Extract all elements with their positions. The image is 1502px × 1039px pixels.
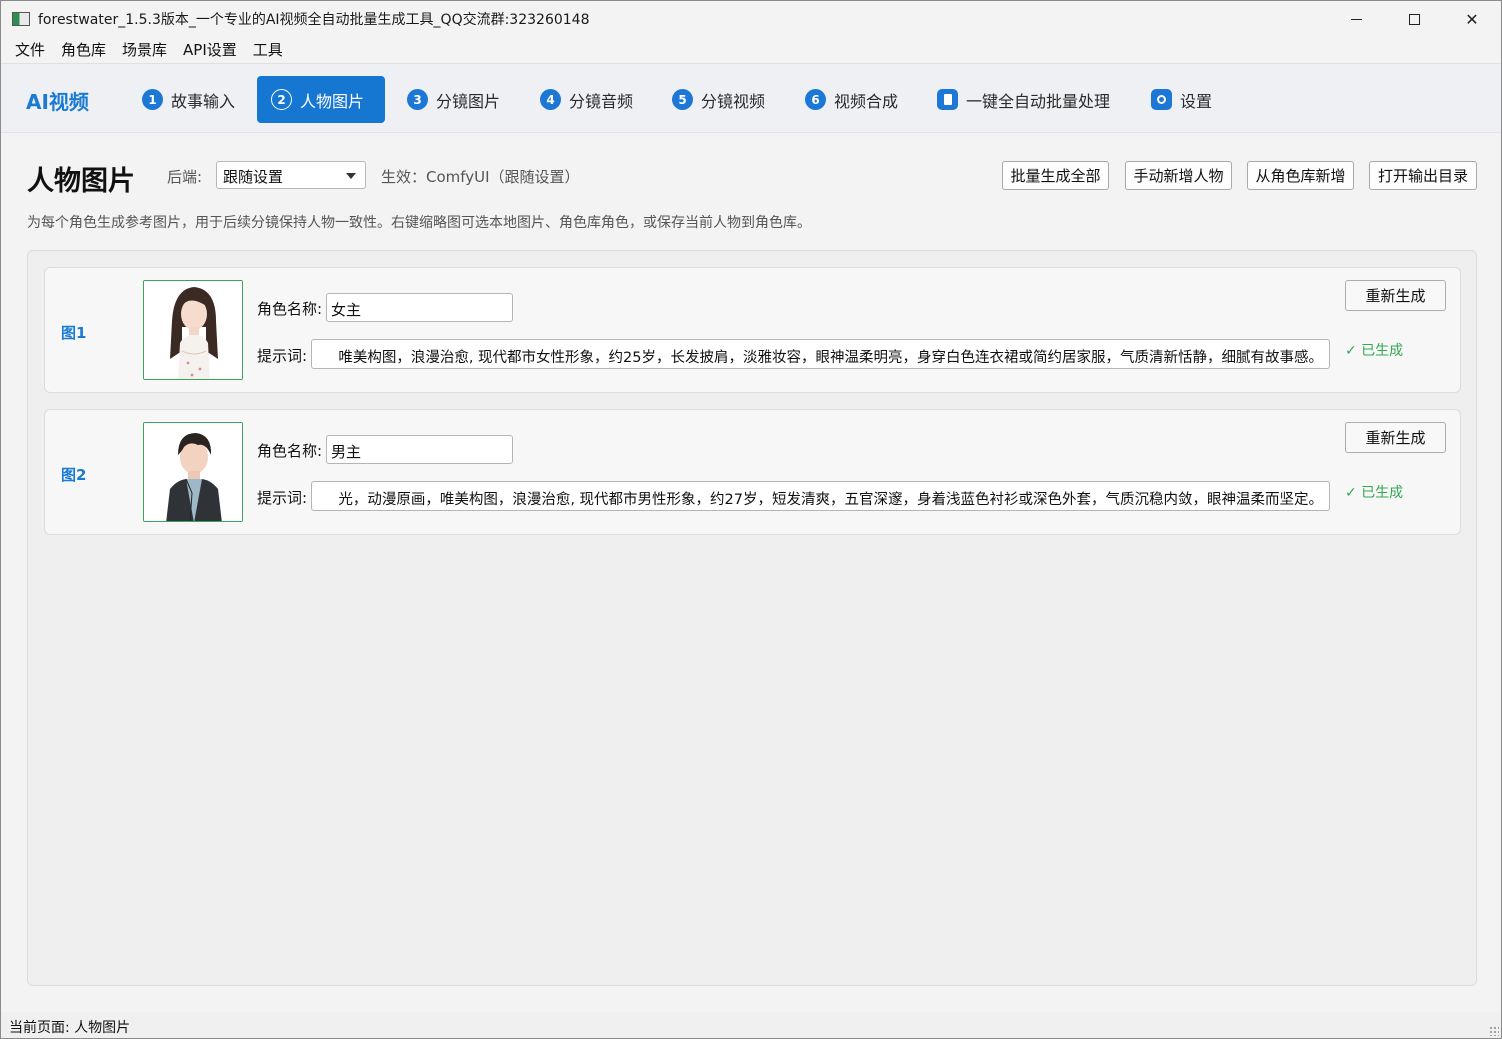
regenerate-button[interactable]: 重新生成 xyxy=(1345,280,1446,311)
document-icon xyxy=(937,89,958,110)
status-bar-text: 当前页面: 人物图片 xyxy=(9,1020,131,1036)
male-avatar-image xyxy=(144,423,242,521)
step-4-icon: 4 xyxy=(540,89,561,110)
tab-storyboard-video[interactable]: 5 分镜视频 xyxy=(658,76,779,123)
character-thumbnail[interactable] xyxy=(143,280,243,380)
step-3-icon: 3 xyxy=(407,89,428,110)
backend-label: 后端: xyxy=(167,168,203,186)
prompt-field-label: 提示词: xyxy=(257,347,308,365)
character-name-input[interactable]: 男主 xyxy=(326,435,513,464)
resize-grip-icon[interactable] xyxy=(1489,1026,1499,1036)
app-window: forestwater_1.5.3版本_一个专业的AI视频全自动批量生成工具_Q… xyxy=(0,0,1502,1039)
menu-scene-library[interactable]: 场景库 xyxy=(114,37,175,63)
step-6-icon: 6 xyxy=(805,89,826,110)
backend-select[interactable]: 跟随设置 xyxy=(216,161,366,189)
tab-video-compose[interactable]: 6 视频合成 xyxy=(791,76,912,123)
prompt-field-label: 提示词: xyxy=(257,489,308,507)
close-icon: ✕ xyxy=(1465,9,1479,29)
prompt-input-text: 唯美构图，浪漫治愈, 现代都市女性形象，约25岁，长发披肩，淡雅妆容，眼神温柔明… xyxy=(338,350,1323,366)
chevron-down-icon xyxy=(346,173,356,179)
tab-label: 一键全自动批量处理 xyxy=(966,91,1111,111)
tab-label: 分镜视频 xyxy=(701,91,766,111)
maximize-button[interactable] xyxy=(1385,1,1443,37)
brand-logo: AI视频 xyxy=(26,90,89,114)
character-thumbnail[interactable] xyxy=(143,422,243,522)
close-button[interactable]: ✕ xyxy=(1443,1,1501,37)
app-icon xyxy=(12,12,30,26)
female-avatar-image xyxy=(144,281,242,379)
page-description: 为每个角色生成参考图片，用于后续分镜保持人物一致性。右键缩略图可选本地图片、角色… xyxy=(27,215,811,231)
status-badge: ✓ 已生成 xyxy=(1345,343,1404,359)
tab-one-click-batch[interactable]: 一键全自动批量处理 xyxy=(923,76,1124,123)
prompt-input[interactable]: 光，动漫原画，唯美构图，浪漫治愈, 现代都市男性形象，约27岁，短发清爽，五官深… xyxy=(311,481,1330,511)
menu-file[interactable]: 文件 xyxy=(7,37,53,63)
name-field-label: 角色名称: xyxy=(257,300,323,318)
tab-storyboard-images[interactable]: 3 分镜图片 xyxy=(393,76,514,123)
page-title: 人物图片 xyxy=(27,166,135,197)
menu-bar: 文件 角色库 场景库 API设置 工具 xyxy=(1,37,1501,63)
tab-settings[interactable]: 设置 xyxy=(1137,76,1226,123)
nav-bar: AI视频 1 故事输入 2 人物图片 3 分镜图片 4 分镜音频 5 分镜视频 … xyxy=(1,63,1501,133)
menu-tools[interactable]: 工具 xyxy=(245,37,291,63)
minimize-icon xyxy=(1350,18,1362,20)
status-badge: ✓ 已生成 xyxy=(1345,485,1404,501)
effective-backend-text: 生效：ComfyUI（跟随设置） xyxy=(381,168,580,186)
tab-label: 分镜音频 xyxy=(569,91,634,111)
batch-generate-all-button[interactable]: 批量生成全部 xyxy=(1002,161,1109,190)
tab-label: 设置 xyxy=(1180,91,1213,111)
open-output-dir-button[interactable]: 打开输出目录 xyxy=(1369,161,1477,190)
tab-label: 故事输入 xyxy=(171,91,236,111)
title-bar: forestwater_1.5.3版本_一个专业的AI视频全自动批量生成工具_Q… xyxy=(1,1,1501,37)
gear-icon xyxy=(1151,89,1172,110)
tab-label: 分镜图片 xyxy=(436,91,501,111)
character-name-input[interactable]: 女主 xyxy=(326,293,513,322)
character-list: 图1 角色名称: 女主 提示词: 唯美构图，浪漫治愈, 现代都市女性形象，约25… xyxy=(27,250,1477,986)
add-from-library-button[interactable]: 从角色库新增 xyxy=(1247,161,1354,190)
card-index-label: 图1 xyxy=(61,324,87,342)
menu-api-settings[interactable]: API设置 xyxy=(175,37,245,63)
backend-select-value: 跟随设置 xyxy=(223,168,284,186)
window-title: forestwater_1.5.3版本_一个专业的AI视频全自动批量生成工具_Q… xyxy=(38,12,590,28)
minimize-button[interactable] xyxy=(1327,1,1385,37)
tab-label: 视频合成 xyxy=(834,91,899,111)
prompt-input-text: 光，动漫原画，唯美构图，浪漫治愈, 现代都市男性形象，约27岁，短发清爽，五官深… xyxy=(338,492,1323,508)
step-5-icon: 5 xyxy=(672,89,693,110)
prompt-input[interactable]: 唯美构图，浪漫治愈, 现代都市女性形象，约25岁，长发披肩，淡雅妆容，眼神温柔明… xyxy=(311,339,1330,369)
step-1-icon: 1 xyxy=(142,89,163,110)
step-2-icon: 2 xyxy=(271,89,292,110)
name-field-label: 角色名称: xyxy=(257,442,323,460)
character-card: 图2 角色名称: 男主 提示词: 光，动漫原画，唯美构图，浪漫治愈, 现代都市男… xyxy=(44,409,1461,535)
character-card: 图1 角色名称: 女主 提示词: 唯美构图，浪漫治愈, 现代都市女性形象，约25… xyxy=(44,267,1461,393)
tab-character-images[interactable]: 2 人物图片 xyxy=(257,76,385,123)
add-character-manually-button[interactable]: 手动新增人物 xyxy=(1125,161,1232,190)
menu-character-library[interactable]: 角色库 xyxy=(53,37,114,63)
regenerate-button[interactable]: 重新生成 xyxy=(1345,422,1446,453)
status-bar: 当前页面: 人物图片 xyxy=(1,1012,1501,1038)
tab-label: 人物图片 xyxy=(300,91,365,111)
card-index-label: 图2 xyxy=(61,466,87,484)
tab-story-input[interactable]: 1 故事输入 xyxy=(128,76,249,123)
tab-storyboard-audio[interactable]: 4 分镜音频 xyxy=(526,76,647,123)
maximize-icon xyxy=(1408,13,1420,25)
